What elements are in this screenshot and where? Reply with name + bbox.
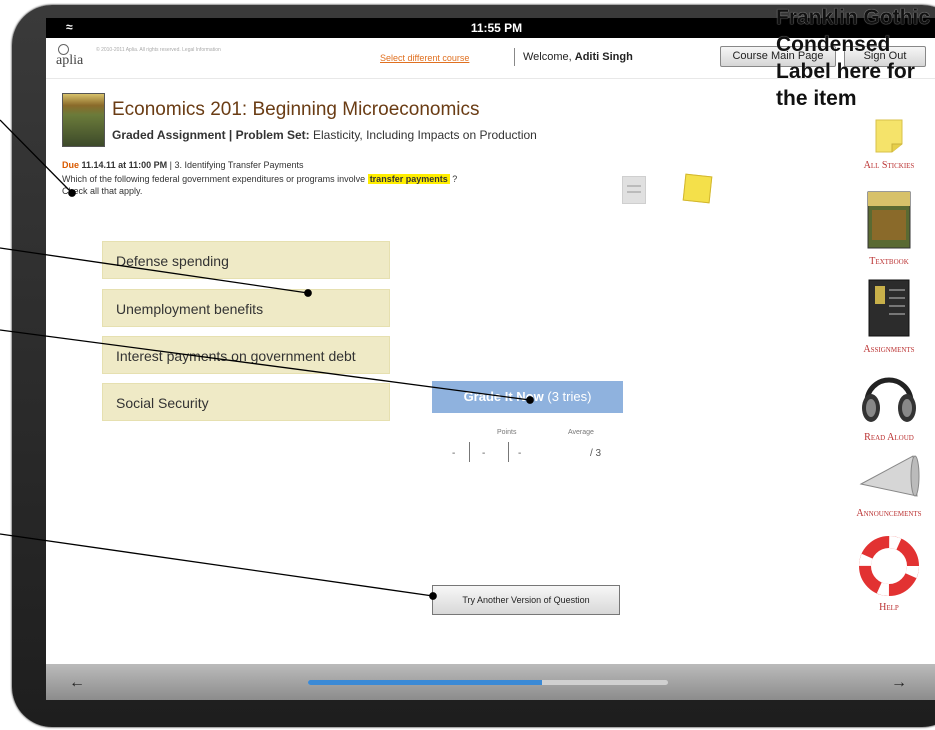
option-defense-spending[interactable]: Defense spending	[102, 241, 390, 279]
tablet-screen: ≈ 11:55 PM aplia © 2010-2011 Aplia. All …	[46, 18, 935, 700]
aplia-logo[interactable]: aplia	[56, 44, 83, 69]
grade-it-now-button[interactable]: Grade It Now (3 tries)	[432, 381, 623, 413]
sidebar-item-read-aloud[interactable]: Read Aloud	[834, 366, 935, 443]
back-arrow-icon[interactable]: ←	[64, 673, 90, 693]
question-text: Which of the following federal governmen…	[62, 173, 622, 197]
question-text-after: ?	[452, 174, 458, 184]
annotation-label-line-1: Franklin Gothic	[776, 6, 931, 29]
progress-fill	[308, 680, 542, 685]
logo-text: aplia	[56, 53, 84, 68]
due-line: Due 11.14.11 at 11:00 PM | 3. Identifyin…	[62, 160, 304, 170]
option-interest-payments[interactable]: Interest payments on government debt	[102, 336, 390, 374]
assignment-name: Elasticity, Including Impacts on Product…	[312, 128, 537, 142]
bottom-nav-bar: ← →	[46, 664, 935, 700]
average-value: / 3	[590, 448, 602, 459]
sidebar-item-label: All Stickies	[863, 160, 915, 171]
lifebuoy-icon	[859, 536, 919, 596]
user-name: Aditi Singh	[574, 51, 633, 63]
sidebar-item-label: Textbook	[869, 256, 909, 267]
score-divider-1	[469, 442, 470, 462]
sidebar-item-announcements[interactable]: Announcements	[834, 450, 935, 519]
score-divider-2	[508, 442, 509, 462]
due-label: Due	[62, 160, 80, 170]
option-unemployment-benefits[interactable]: Unemployment benefits	[102, 289, 390, 327]
sidebar-item-textbook[interactable]: Textbook	[834, 190, 935, 267]
headphones-icon	[862, 377, 916, 422]
question-text-before: Which of the following federal governmen…	[62, 174, 366, 184]
average-label: Average	[568, 429, 594, 436]
points-value-3: -	[518, 448, 522, 459]
welcome-message: Welcome, Aditi Singh	[514, 48, 633, 66]
assignments-icon	[868, 279, 910, 337]
annotation-label-line-2: Condensed	[776, 33, 891, 56]
question-instruction: Check all that apply.	[62, 186, 143, 196]
assignment-subtitle: Graded Assignment | Problem Set: Elastic…	[112, 128, 537, 142]
try-another-version-button[interactable]: Try Another Version of Question	[432, 585, 620, 615]
tablet-frame: ≈ 11:55 PM aplia © 2010-2011 Aplia. All …	[12, 5, 935, 727]
sticky-note-icon	[875, 119, 903, 153]
grade-button-label: Grade It Now	[463, 389, 544, 404]
sidebar-item-label: Help	[879, 602, 899, 613]
assignment-label: Graded Assignment | Problem Set:	[112, 128, 310, 142]
due-date: 11.14.11 at 11:00 PM	[81, 160, 168, 170]
sidebar-item-label: Read Aloud	[864, 432, 914, 443]
sidebar-item-label: Announcements	[856, 508, 922, 519]
question-item: | 3. Identifying Transfer Payments	[169, 160, 304, 170]
points-value-1: -	[452, 448, 456, 459]
course-book-thumbnail	[62, 93, 105, 147]
option-social-security[interactable]: Social Security	[102, 383, 390, 421]
annotation-label-line-3: Label here for	[776, 60, 915, 83]
points-value-2: -	[482, 448, 486, 459]
course-title: Economics 201: Beginning Microeconomics	[112, 99, 480, 120]
sidebar-item-label: Assignments	[863, 344, 915, 355]
progress-bar	[308, 680, 668, 685]
highlighted-term: transfer payments	[367, 174, 450, 184]
sidebar-item-assignments[interactable]: Assignments	[834, 278, 935, 355]
grade-tries: (3 tries)	[547, 389, 592, 404]
annotation-label-line-4: the item	[776, 87, 857, 110]
textbook-icon	[867, 191, 911, 249]
sidebar-item-help[interactable]: Help	[834, 536, 935, 613]
select-course-link[interactable]: Select different course	[380, 53, 469, 63]
welcome-prefix: Welcome,	[523, 51, 572, 63]
points-label: Points	[497, 429, 517, 436]
sidebar-item-all-stickies[interactable]: All Stickies	[834, 118, 935, 171]
forward-arrow-icon[interactable]: →	[886, 673, 912, 693]
annotation-label: Franklin Gothic Condensed Label here for…	[776, 4, 935, 112]
notes-icon[interactable]	[622, 176, 646, 204]
sticky-note-icon[interactable]	[682, 173, 713, 204]
copyright-text: © 2010-2011 Aplia. All rights reserved. …	[96, 47, 221, 53]
megaphone-icon	[859, 455, 920, 497]
